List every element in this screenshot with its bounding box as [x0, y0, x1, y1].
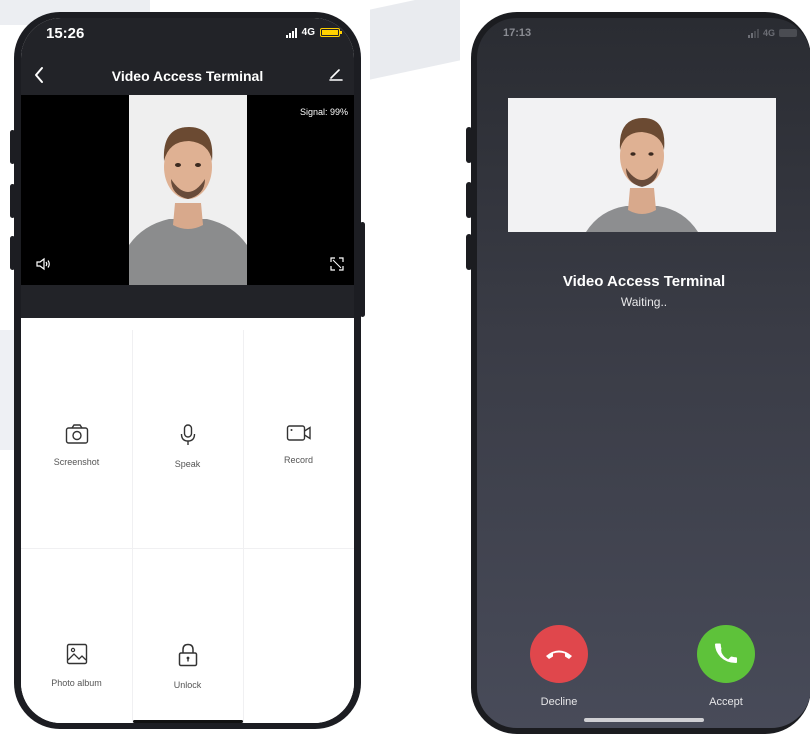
accept-button[interactable] — [697, 625, 755, 683]
unlock-button[interactable]: Unlock — [132, 643, 243, 693]
screenshot-label: Screenshot — [53, 457, 100, 467]
lock-icon — [178, 643, 197, 667]
status-indicators: 4G — [285, 27, 342, 38]
speaker-icon — [36, 257, 50, 271]
hang-up-icon — [546, 650, 572, 659]
decline-button[interactable] — [530, 625, 588, 683]
battery-icon — [779, 29, 797, 37]
side-button — [466, 182, 472, 218]
action-grid: Screenshot Speak Record Photo album Unlo… — [21, 330, 354, 723]
video-feed[interactable]: Signal: 99% — [21, 95, 354, 285]
microphone-icon — [180, 424, 195, 445]
unlock-label: Unlock — [173, 680, 202, 690]
status-time: 15:26 — [46, 25, 85, 42]
network-label: 4G — [301, 27, 315, 38]
left-phone-frame: 15:26 4G Video Access Terminal Signal: 9… — [10, 12, 365, 729]
record-label: Record — [283, 455, 313, 465]
decline-label: Decline — [540, 696, 578, 708]
speaker-button[interactable] — [35, 257, 51, 276]
speak-label: Speak — [174, 459, 201, 469]
side-button — [10, 130, 15, 164]
page-title: Video Access Terminal — [111, 68, 264, 84]
side-button — [10, 184, 15, 218]
home-indicator — [584, 718, 704, 722]
status-indicators: 4G — [747, 28, 797, 38]
right-phone-frame: 17:13 4G Video Access Terminal Waiting.. — [466, 12, 810, 734]
video-camera-icon — [286, 425, 311, 441]
signal-icon — [285, 27, 297, 38]
photo-album-button[interactable]: Photo album — [21, 643, 132, 691]
fullscreen-icon — [330, 257, 344, 271]
caller-photo — [508, 98, 776, 232]
accept-label: Accept — [709, 696, 743, 708]
edit-icon — [329, 69, 343, 81]
nav-bar: Video Access Terminal — [21, 62, 354, 92]
network-label: 4G — [762, 28, 775, 38]
speak-button[interactable]: Speak — [132, 424, 243, 472]
signal-strength: Signal: 99% — [299, 107, 348, 117]
caller-name: Video Access Terminal — [562, 273, 726, 290]
fullscreen-button[interactable] — [330, 257, 344, 276]
battery-icon — [320, 28, 342, 37]
edit-button[interactable] — [328, 66, 344, 87]
image-icon — [66, 643, 87, 665]
record-button[interactable]: Record — [243, 424, 354, 468]
left-phone-screen: 15:26 4G Video Access Terminal Signal: 9… — [21, 18, 354, 723]
screenshot-button[interactable]: Screenshot — [21, 424, 132, 470]
right-phone-screen: 17:13 4G Video Access Terminal Waiting.. — [477, 18, 810, 728]
background-watermark — [370, 0, 460, 80]
signal-icon — [747, 28, 759, 38]
status-time: 17:13 — [503, 27, 532, 39]
grid-divider — [243, 330, 244, 723]
grid-divider — [21, 548, 354, 549]
side-button — [466, 127, 472, 163]
side-button — [466, 234, 472, 270]
side-button — [10, 236, 15, 270]
phone-icon — [715, 643, 737, 663]
side-button — [360, 222, 365, 317]
call-status: Waiting.. — [620, 295, 668, 309]
visitor-photo — [129, 95, 247, 285]
camera-icon — [65, 424, 88, 444]
photo-album-label: Photo album — [51, 678, 102, 688]
home-indicator — [133, 720, 243, 723]
